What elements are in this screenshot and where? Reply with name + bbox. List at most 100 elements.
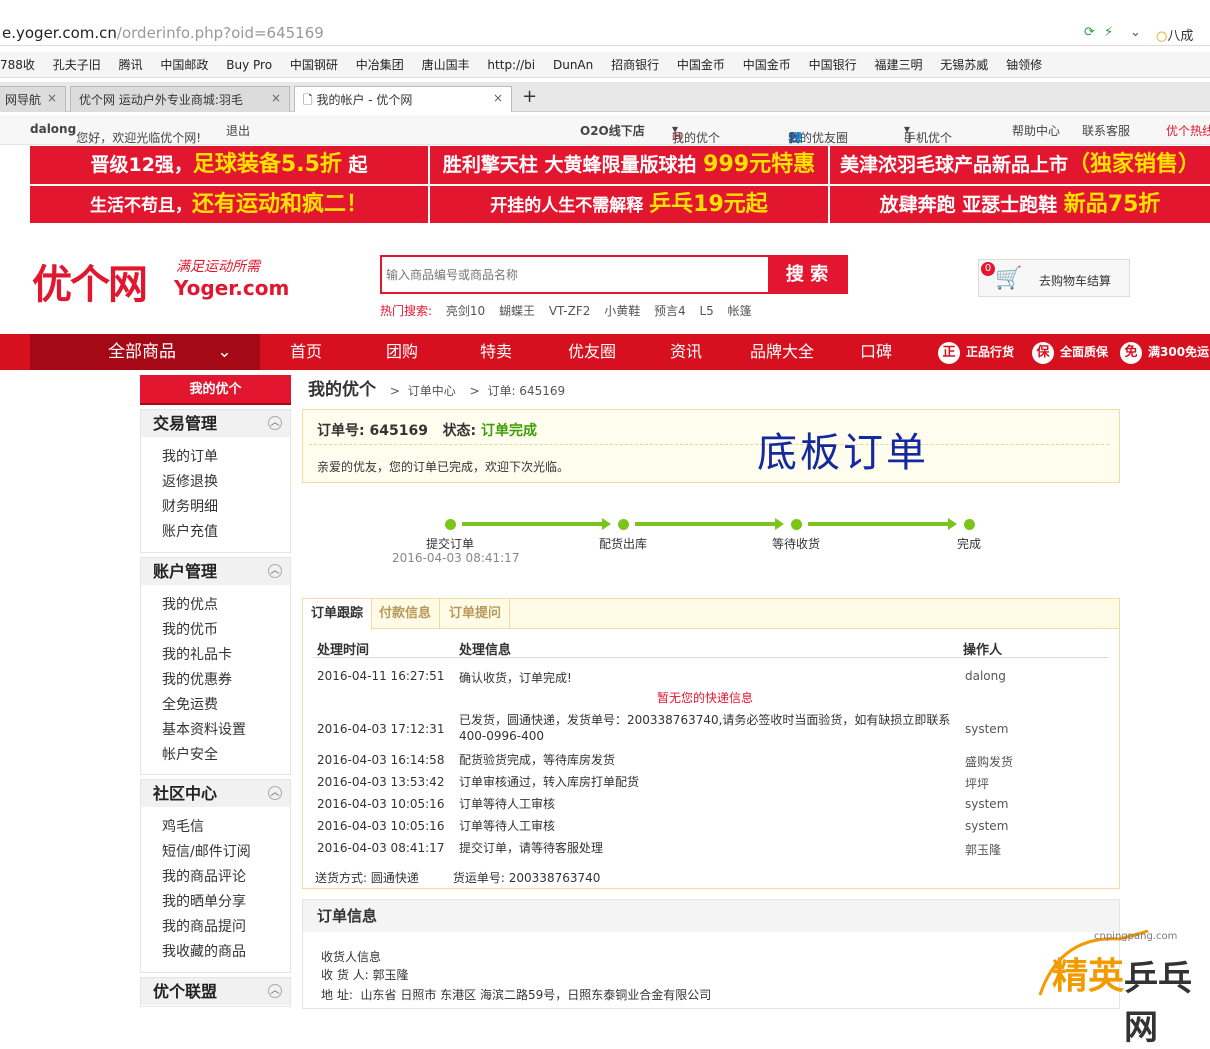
progress-bar [635, 522, 775, 526]
bookmark-item[interactable]: 福建三明 [874, 52, 922, 77]
service-link[interactable]: 联系客服 [1082, 122, 1130, 139]
tab-questions[interactable]: 订单提问 [441, 599, 511, 629]
browser-tab[interactable]: 优个网 运动户外专业商城:羽毛 × [70, 86, 290, 112]
collapse-icon[interactable]: ︿ [268, 786, 282, 800]
hot-keyword[interactable]: L5 [700, 304, 714, 318]
nav-group-buy[interactable]: 团购 [386, 334, 418, 370]
sidebar-item-returns[interactable]: 返修退换 [141, 470, 290, 495]
nav-brands[interactable]: 品牌大全 [750, 334, 814, 370]
bookmark-item[interactable]: 腾讯 [119, 52, 143, 77]
hot-keyword[interactable]: 预言4 [654, 304, 686, 318]
promo-banner[interactable]: 美津浓羽毛球产品新品上市（独家销售） [830, 146, 1210, 184]
progress-step-label: 完成 [957, 537, 982, 551]
close-icon[interactable]: × [271, 91, 281, 105]
hot-keyword[interactable]: 亮剑10 [446, 304, 485, 318]
sidebar-group-title[interactable]: 交易管理 ︿ [141, 410, 290, 437]
bookmark-item[interactable]: 无锡苏威 [940, 52, 988, 77]
bookmark-item[interactable]: http://bi [487, 52, 535, 77]
search-input[interactable] [386, 263, 766, 287]
bookmark-item[interactable]: 中国金币 [677, 52, 725, 77]
sidebar-group-title[interactable]: 优个联盟 ︿ [141, 978, 290, 1005]
promo-banner[interactable]: 胜利擎天柱 大黄蜂限量版球拍 999元特惠 [430, 146, 828, 184]
hot-keyword[interactable]: 小黄鞋 [604, 304, 640, 318]
promo-banner[interactable]: 晋级12强，足球装备5.5折 起 [30, 146, 428, 184]
chevron-down-icon[interactable]: ⌄ [1130, 25, 1141, 40]
address-bar[interactable]: e.yoger.com.cn/orderinfo.php?oid=645169 … [0, 22, 1210, 46]
sidebar-group-title[interactable]: 社区中心 ︿ [141, 780, 290, 807]
bookmark-item[interactable]: 中冶集团 [356, 52, 404, 77]
collapse-icon[interactable]: ︿ [268, 984, 282, 998]
bookmark-item[interactable]: 招商银行 [611, 52, 659, 77]
sidebar-item-messages[interactable]: 鸡毛信 [141, 815, 290, 840]
my-yoger-menu[interactable]: ✉ 我的优个 ▾ [672, 122, 720, 145]
sidebar-item-orders[interactable]: 我的订单 [141, 445, 290, 470]
cart-button[interactable]: 0 🛒 去购物车结算 [978, 259, 1130, 297]
sidebar-item-profile[interactable]: 基本资料设置 [141, 718, 290, 743]
waybill-number: 200338763740 [508, 871, 601, 885]
bookmark-item[interactable]: 中国钢研 [290, 52, 338, 77]
sidebar-item-shares[interactable]: 我的晒单分享 [141, 890, 290, 915]
sidebar-item-finance[interactable]: 财务明细 [141, 495, 290, 520]
shipping-summary: 送货方式: 圆通快递 货运单号: 200338763740 [315, 871, 601, 885]
new-tab-button[interactable]: + [514, 82, 540, 108]
search-engine[interactable]: ○八成 [1156, 25, 1193, 44]
nav-sale[interactable]: 特卖 [480, 334, 512, 370]
hot-keyword[interactable]: VT-ZF2 [549, 304, 591, 318]
logout-link[interactable]: 退出 [226, 122, 250, 139]
close-icon[interactable]: × [493, 91, 503, 105]
sidebar-item-favorites[interactable]: 我收藏的商品 [141, 940, 290, 965]
url-text[interactable]: e.yoger.com.cn/orderinfo.php?oid=645169 [2, 24, 324, 42]
sidebar-item-coupons[interactable]: 我的优惠券 [141, 668, 290, 693]
hot-keyword[interactable]: 蝴蝶王 [499, 304, 535, 318]
order-status-box: 订单号: 645169 状态: 订单完成 亲爱的优友，您的订单已完成，欢迎下次光… [302, 409, 1120, 483]
lightning-icon[interactable]: ⚡ [1104, 25, 1113, 40]
sidebar-header[interactable]: 我的优个 [140, 375, 291, 405]
hot-keyword[interactable]: 帐篷 [728, 304, 752, 318]
security-icon[interactable]: ⟳ [1084, 25, 1095, 40]
bookmark-item[interactable]: Buy Pro [226, 52, 272, 77]
bookmark-item[interactable]: 孔夫子旧 [53, 52, 101, 77]
nav-circle[interactable]: 优友圈 [568, 334, 616, 370]
browser-tab[interactable]: 网导航 × [0, 86, 66, 112]
sidebar-item-questions[interactable]: 我的商品提问 [141, 915, 290, 940]
bookmark-item[interactable]: 中国银行 [809, 52, 857, 77]
search-button[interactable]: 搜 索 [768, 257, 846, 292]
bookmark-item[interactable]: 788收 [0, 52, 35, 77]
username[interactable]: dalong [30, 122, 76, 136]
sidebar-item-points[interactable]: 我的优点 [141, 593, 290, 618]
all-categories-menu[interactable]: 全部商品 ⌄ [30, 334, 260, 370]
tab-tracking[interactable]: 订单跟踪 [303, 599, 373, 630]
o2o-link[interactable]: O2O线下店 [580, 122, 645, 139]
close-icon[interactable]: × [47, 91, 57, 105]
collapse-icon[interactable]: ︿ [268, 416, 282, 430]
promo-banner[interactable]: 开挂的人生不需解释 乒乓19元起 [430, 186, 828, 223]
promo-banner[interactable]: 生活不苟且，还有运动和疯二！ [30, 186, 428, 223]
bookmark-item[interactable]: 唐山国丰 [422, 52, 470, 77]
sidebar-item-security[interactable]: 帐户安全 [141, 743, 290, 768]
nav-reviews[interactable]: 口碑 [860, 334, 892, 370]
tab-payment[interactable]: 付款信息 [371, 599, 441, 629]
sidebar-item-free-shipping[interactable]: 全免运费 [141, 693, 290, 718]
hotline-link[interactable]: 优个热线 [1166, 122, 1210, 139]
bookmark-item[interactable]: 中国邮政 [160, 52, 208, 77]
help-link[interactable]: 帮助中心 [1012, 122, 1060, 139]
site-logo[interactable]: 优个网 满足运动所需 Yoger.com [32, 252, 292, 312]
sidebar-item-coins[interactable]: 我的优币 [141, 618, 290, 643]
bookmark-item[interactable]: 铀领修 [1006, 52, 1042, 77]
browser-tab-active[interactable]: 🗋 我的帐户 - 优个网 × [294, 86, 512, 112]
cart-icon: 🛒 [995, 266, 1023, 291]
breadcrumb-order-center[interactable]: 订单中心 [408, 384, 456, 398]
sidebar-item-subscriptions[interactable]: 短信/邮件订阅 [141, 840, 290, 865]
sidebar-item-reviews[interactable]: 我的商品评论 [141, 865, 290, 890]
bookmark-item[interactable]: 中国金币 [743, 52, 791, 77]
nav-news[interactable]: 资讯 [670, 334, 702, 370]
page-title: 我的优个 [308, 380, 376, 400]
bookmark-item[interactable]: DunAn [553, 52, 593, 77]
promo-banner[interactable]: 放肆奔跑 亚瑟士跑鞋 新品75折 [830, 186, 1210, 223]
sidebar-item-giftcard[interactable]: 我的礼品卡 [141, 643, 290, 668]
nav-home[interactable]: 首页 [290, 334, 322, 370]
collapse-icon[interactable]: ︿ [268, 564, 282, 578]
sidebar-item-recharge[interactable]: 账户充值 [141, 520, 290, 545]
mobile-menu[interactable]: ▯ 手机优个 ▾ [904, 122, 952, 145]
sidebar-group-title[interactable]: 账户管理 ︿ [141, 558, 290, 585]
